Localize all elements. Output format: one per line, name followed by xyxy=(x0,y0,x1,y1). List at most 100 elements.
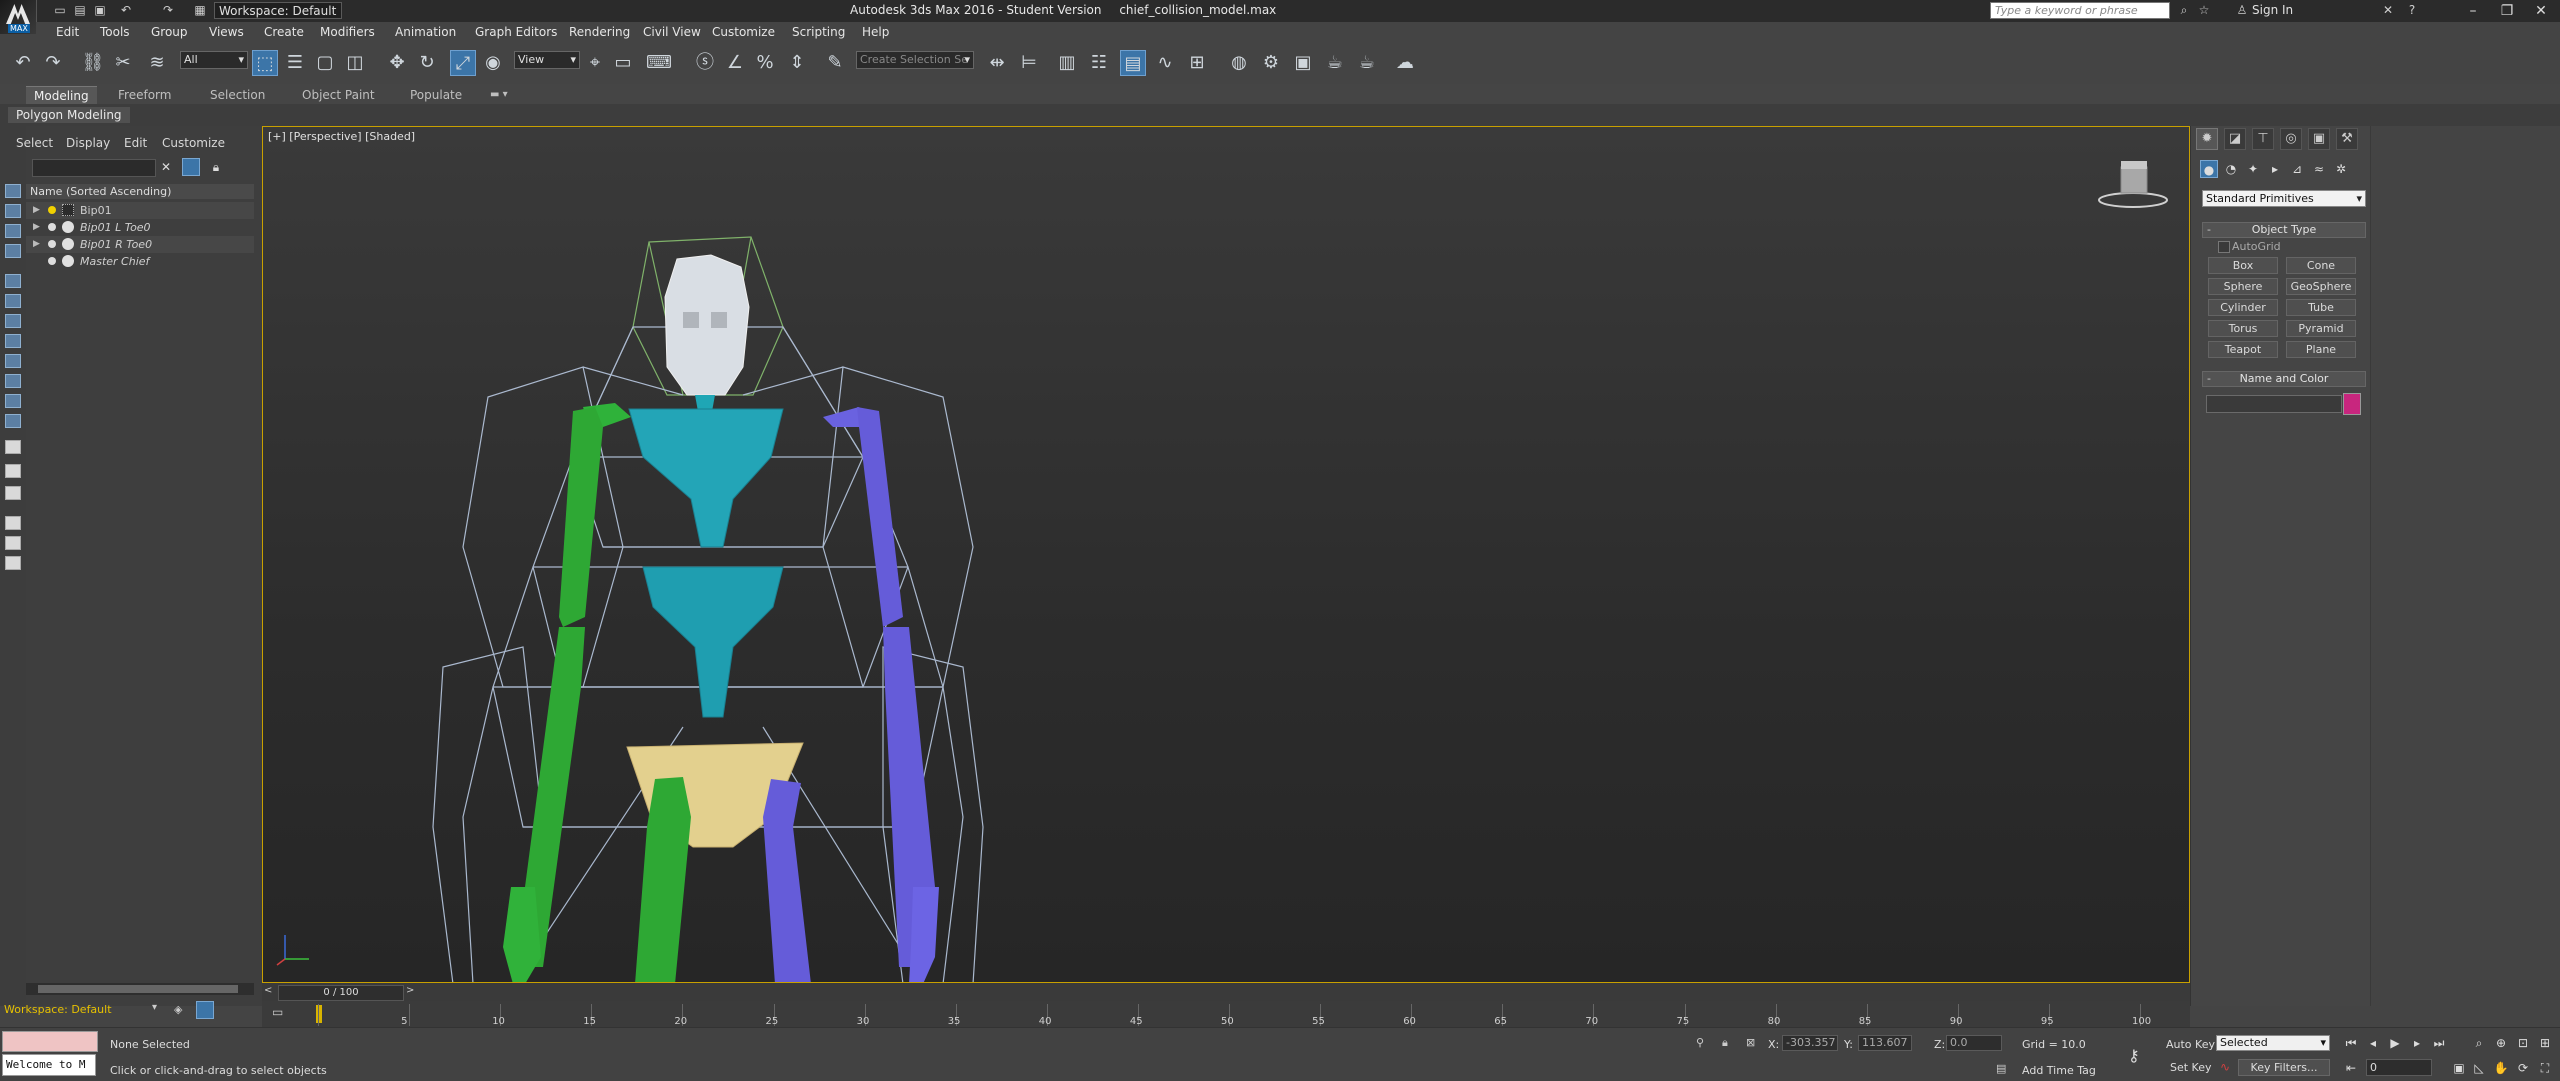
explorer-menu-display[interactable]: Display xyxy=(66,136,110,150)
menu-civil-view[interactable]: Civil View xyxy=(643,25,701,39)
curve-editor-icon[interactable]: ∿ xyxy=(1152,50,1178,76)
time-slider-thumb[interactable]: 0 / 100 xyxy=(278,985,404,1001)
helpers-icon[interactable]: ⊿ xyxy=(2288,160,2306,178)
exchange-icon[interactable]: ✕ xyxy=(2380,3,2396,18)
search-icon[interactable]: ⌕ xyxy=(2176,3,2192,18)
rotate-icon[interactable]: ↻ xyxy=(414,50,440,76)
utilities-tab-icon[interactable]: ⚒ xyxy=(2336,128,2358,150)
motion-tab-icon[interactable]: ◎ xyxy=(2280,128,2302,150)
layer-explorer-icon[interactable]: ☷ xyxy=(1086,50,1112,76)
display-hidden-icon[interactable] xyxy=(5,414,21,428)
display-tab-icon[interactable]: ▣ xyxy=(2308,128,2330,150)
tab-object-paint[interactable]: Object Paint xyxy=(302,86,375,104)
explorer-horizontal-scrollbar[interactable] xyxy=(26,983,254,995)
cameras-icon[interactable]: ▸ xyxy=(2266,160,2284,178)
help-icon[interactable]: ? xyxy=(2404,3,2420,18)
menu-rendering[interactable]: Rendering xyxy=(569,25,630,39)
geosphere-button[interactable]: GeoSphere xyxy=(2286,278,2356,295)
menu-help[interactable]: Help xyxy=(862,25,889,39)
display-helpers-icon[interactable] xyxy=(5,274,21,288)
align-icon[interactable]: ⊨ xyxy=(1016,50,1042,76)
display-bones-icon[interactable] xyxy=(5,354,21,368)
menu-create[interactable]: Create xyxy=(264,25,304,39)
menu-group[interactable]: Group xyxy=(151,25,188,39)
name-and-color-rollout[interactable]: - Name and Color xyxy=(2202,371,2366,387)
communication-center-icon[interactable]: ☆ xyxy=(2196,3,2212,18)
edit-named-selection-icon[interactable]: ✎ xyxy=(822,50,848,76)
set-key-icon[interactable]: ⚷ xyxy=(2128,1046,2140,1065)
menu-modifiers[interactable]: Modifiers xyxy=(320,25,375,39)
next-frame-icon[interactable]: ▸ xyxy=(2408,1035,2426,1051)
key-mode-toggle-icon[interactable]: ⇤ xyxy=(2342,1060,2360,1076)
zoom-extents-all-icon[interactable]: ⊞ xyxy=(2536,1035,2554,1051)
list-item[interactable]: Master Chief xyxy=(26,253,254,270)
menu-animation[interactable]: Animation xyxy=(395,25,456,39)
key-filters-button[interactable]: Key Filters... xyxy=(2238,1059,2330,1076)
primitive-category-dropdown[interactable]: Standard Primitives xyxy=(2202,190,2366,207)
visibility-icon[interactable] xyxy=(48,206,56,214)
render-production-icon[interactable]: ☕ xyxy=(1322,50,1348,76)
list-item[interactable]: ▶ Bip01 R Toe0 xyxy=(26,236,254,253)
visibility-icon[interactable] xyxy=(48,223,56,231)
modify-tab-icon[interactable]: ◪ xyxy=(2224,128,2246,150)
autogrid-checkbox[interactable] xyxy=(2218,241,2230,253)
percent-snap-icon[interactable]: % xyxy=(752,50,778,76)
zoom-icon[interactable]: ⌕ xyxy=(2470,1035,2488,1051)
current-frame-marker[interactable] xyxy=(316,1005,322,1023)
space-warps-icon[interactable]: ≈ xyxy=(2310,160,2328,178)
restore-button[interactable]: ❐ xyxy=(2490,0,2524,22)
user-icon[interactable]: ♙ xyxy=(2234,3,2250,18)
time-tag-icon[interactable]: ▤ xyxy=(1996,1062,2006,1075)
named-selection-dropdown[interactable]: Create Selection Se xyxy=(856,51,974,69)
pyramid-button[interactable]: Pyramid xyxy=(2286,320,2356,337)
maxscript-listener-input[interactable] xyxy=(2,1031,98,1052)
display-geometry-icon[interactable] xyxy=(5,184,21,198)
box-button[interactable]: Box xyxy=(2208,257,2278,274)
hierarchy-tab-icon[interactable]: ⊤ xyxy=(2252,128,2274,150)
workspace-dropdown[interactable]: Workspace: Default xyxy=(214,2,342,19)
unlink-icon[interactable]: ✂ xyxy=(110,50,136,76)
project-folder-icon[interactable]: ▦ xyxy=(192,3,208,18)
field-of-view-icon[interactable]: ◺ xyxy=(2470,1060,2488,1076)
render-iterative-icon[interactable]: ☕ xyxy=(1354,50,1380,76)
tab-modeling[interactable]: Modeling xyxy=(26,86,97,105)
scrollbar-thumb[interactable] xyxy=(38,985,238,993)
open-file-icon[interactable]: ▤ xyxy=(72,3,88,18)
explorer-find-input[interactable] xyxy=(32,159,156,177)
expand-icon[interactable]: ▶ xyxy=(33,202,40,219)
x-coordinate-field[interactable]: -303.357 xyxy=(1782,1035,1838,1051)
pan-view-icon[interactable]: ✋ xyxy=(2492,1060,2510,1076)
time-configuration-icon[interactable]: ▣ xyxy=(2450,1060,2468,1076)
maximize-viewport-icon[interactable]: ⛶ xyxy=(2536,1060,2554,1076)
list-item[interactable]: ▶ Bip01 xyxy=(26,202,254,219)
redo-icon[interactable]: ↷ xyxy=(40,50,66,76)
menu-edit[interactable]: Edit xyxy=(56,25,79,39)
time-slider-next-icon[interactable]: > xyxy=(406,985,414,996)
display-influences-icon[interactable] xyxy=(5,536,21,550)
display-space-warps-icon[interactable] xyxy=(5,294,21,308)
cone-button[interactable]: Cone xyxy=(2286,257,2356,274)
display-cameras-icon[interactable] xyxy=(5,244,21,258)
explorer-column-header[interactable]: Name (Sorted Ascending) xyxy=(26,184,254,199)
select-by-name-icon[interactable]: ☰ xyxy=(282,50,308,76)
undo-icon[interactable]: ↶ xyxy=(10,50,36,76)
orbit-icon[interactable]: ⟳ xyxy=(2514,1060,2532,1076)
menu-customize[interactable]: Customize xyxy=(712,25,775,39)
systems-icon[interactable]: ✲ xyxy=(2332,160,2350,178)
rectangular-selection-icon[interactable]: ▢ xyxy=(312,50,338,76)
application-button[interactable]: MAX xyxy=(0,0,37,34)
rendered-frame-window-icon[interactable]: ▣ xyxy=(1290,50,1316,76)
angle-snap-icon[interactable]: ∠ xyxy=(722,50,748,76)
material-editor-icon[interactable]: ◍ xyxy=(1226,50,1252,76)
sign-in-link[interactable]: Sign In xyxy=(2252,3,2293,17)
toggle-scene-explorer-icon[interactable]: ▥ xyxy=(1054,50,1080,76)
plane-button[interactable]: Plane xyxy=(2286,341,2356,358)
z-coordinate-field[interactable]: 0.0 xyxy=(1946,1035,2002,1051)
schematic-view-icon[interactable]: ⊞ xyxy=(1184,50,1210,76)
ribbon-options-icon[interactable]: ▬ ▾ xyxy=(490,86,508,104)
mini-curve-editor-icon[interactable]: ▭ xyxy=(272,1005,290,1021)
tab-populate[interactable]: Populate xyxy=(410,86,462,104)
menu-graph-editors[interactable]: Graph Editors xyxy=(475,25,557,39)
placement-icon[interactable]: ◉ xyxy=(480,50,506,76)
render-setup-icon[interactable]: ⚙ xyxy=(1258,50,1284,76)
